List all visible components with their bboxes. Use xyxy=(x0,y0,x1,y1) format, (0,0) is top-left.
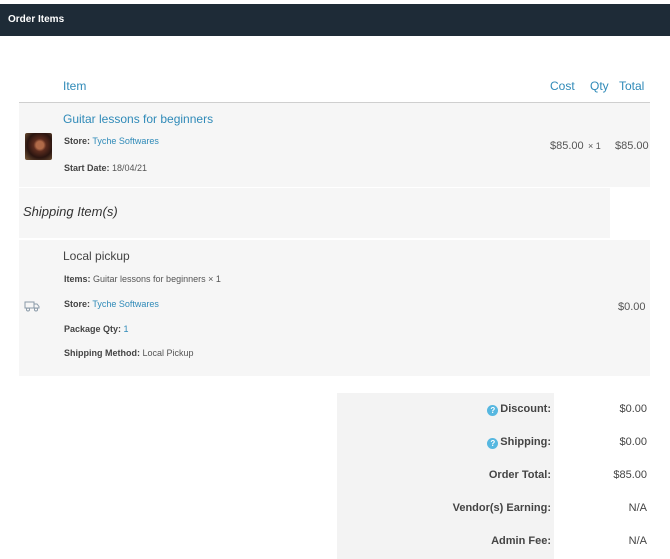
line-item-qty: × 1 xyxy=(588,141,601,151)
product-name-link[interactable]: Guitar lessons for beginners xyxy=(63,112,213,126)
shipping-method-value: Local Pickup xyxy=(142,348,194,358)
line-item-start-date: Start Date: 18/04/21 xyxy=(64,163,147,173)
order-items-header: Order Items xyxy=(0,4,670,36)
shipping-items: Items: Guitar lessons for beginners × 1 xyxy=(64,274,221,284)
discount-row-label: ? Discount: xyxy=(341,403,551,416)
column-header-total[interactable]: Total xyxy=(619,79,644,93)
shipping-heading: Shipping Item(s) xyxy=(23,204,118,219)
shipping-row-label: ? Shipping: xyxy=(341,436,551,449)
order-total-label: Order Total: xyxy=(488,469,551,481)
shipping-items-label: Items: xyxy=(64,274,91,284)
help-icon[interactable]: ? xyxy=(487,405,499,416)
truck-icon xyxy=(24,301,40,312)
start-date-label: Start Date: xyxy=(64,163,110,173)
header-title: Order Items xyxy=(8,14,65,25)
admin-fee-value: N/A xyxy=(628,535,647,547)
store-link[interactable]: Tyche Softwares xyxy=(92,136,159,146)
shipping-total-value: $0.00 xyxy=(619,436,647,448)
help-icon[interactable]: ? xyxy=(487,438,499,449)
shipping-items-value: Guitar lessons for beginners × 1 xyxy=(93,274,221,284)
shipping-store-link[interactable]: Tyche Softwares xyxy=(92,299,159,309)
order-total-value: $85.00 xyxy=(613,469,647,481)
line-item-store: Store: Tyche Softwares xyxy=(64,136,159,146)
vendor-earning-value: N/A xyxy=(628,502,647,514)
line-item-total: $85.00 xyxy=(615,140,649,152)
column-header-cost[interactable]: Cost xyxy=(550,79,575,93)
product-thumbnail[interactable] xyxy=(25,133,52,160)
shipping-method: Shipping Method: Local Pickup xyxy=(64,348,194,358)
column-header-item[interactable]: Item xyxy=(63,79,86,93)
shipping-store: Store: Tyche Softwares xyxy=(64,299,159,309)
column-header-qty[interactable]: Qty xyxy=(590,79,609,93)
shipping-method-name: Local pickup xyxy=(63,249,130,263)
shipping-store-label: Store: xyxy=(64,299,91,309)
package-qty-label: Package Qty: xyxy=(64,324,122,334)
package-qty-value: 1 xyxy=(123,324,129,334)
store-label: Store: xyxy=(64,136,91,146)
shipping-package-qty: Package Qty: 1 xyxy=(64,324,129,334)
shipping-total: $0.00 xyxy=(618,301,646,313)
shipping-total-label: Shipping: xyxy=(500,436,551,448)
start-date-value: 18/04/21 xyxy=(112,163,148,173)
line-item-cost: $85.00 xyxy=(550,140,584,152)
discount-value: $0.00 xyxy=(619,403,647,415)
admin-fee-label: Admin Fee: xyxy=(491,535,551,547)
shipping-method-label: Shipping Method: xyxy=(64,348,140,358)
discount-label: Discount: xyxy=(500,403,551,415)
vendor-earning-label: Vendor(s) Earning: xyxy=(452,502,551,514)
